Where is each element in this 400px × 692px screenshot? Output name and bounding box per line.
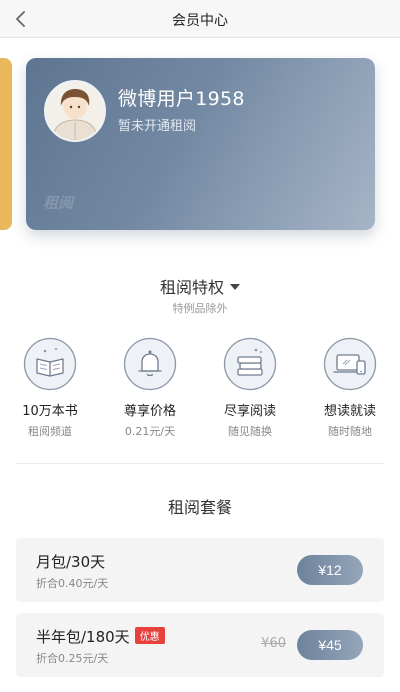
buy-monthly-button[interactable]: ¥12 xyxy=(297,555,363,585)
card-watermark-logo: 租阅 xyxy=(43,194,74,212)
privileges-subtitle: 特例品除外 xyxy=(172,302,228,315)
top-bar: 会员中心 xyxy=(0,0,400,38)
caret-down-icon xyxy=(230,284,240,290)
user-name: 微博用户1958 xyxy=(118,88,245,110)
devices-icon xyxy=(323,337,377,391)
feature-title: 想读就读 xyxy=(323,404,376,419)
feature-desc: 0.21元/天 xyxy=(124,425,176,438)
section-divider xyxy=(16,463,384,464)
feature-item[interactable]: 10万本书 租阅频道 xyxy=(10,337,90,439)
feature-item[interactable]: 尊享价格 0.21元/天 xyxy=(110,337,190,439)
feature-desc: 随时随地 xyxy=(328,425,372,438)
packages-title: 租阅套餐 xyxy=(167,498,232,517)
feature-item[interactable]: 尽享阅读 随见随换 xyxy=(210,337,290,439)
original-price: ¥60 xyxy=(261,636,286,651)
discount-badge: 优惠 xyxy=(134,627,165,644)
feature-desc: 租阅频道 xyxy=(28,425,72,438)
package-name: 月包/30天 xyxy=(36,553,106,571)
package-daily-price: 折合0.40元/天 xyxy=(36,577,109,590)
package-name-row: 半年包/180天 优惠 xyxy=(36,626,165,647)
side-card-peek[interactable] xyxy=(0,58,12,230)
privileges-title: 租阅特权 xyxy=(159,278,224,297)
book-icon xyxy=(23,337,77,391)
feature-title: 10万本书 xyxy=(22,404,78,419)
feature-title: 尽享阅读 xyxy=(223,404,276,419)
feature-desc: 随见随换 xyxy=(228,425,272,438)
feature-item[interactable]: 想读就读 随时随地 xyxy=(310,337,390,439)
user-avatar-icon xyxy=(46,82,104,140)
membership-status: 暂未开通租阅 xyxy=(118,119,197,134)
feature-title: 尊享价格 xyxy=(123,404,176,419)
package-row[interactable]: 月包/30天 折合0.40元/天 ¥12 xyxy=(16,538,384,602)
package-name: 半年包/180天 xyxy=(36,628,130,646)
bell-icon xyxy=(123,337,177,391)
buy-half-year-button[interactable]: ¥45 xyxy=(297,630,363,660)
member-card[interactable]: 微博用户1958 暂未开通租阅 租阅 xyxy=(26,58,375,230)
page-title: 会员中心 xyxy=(172,13,228,29)
book-stack-icon xyxy=(223,337,277,391)
privileges-title-toggle[interactable]: 租阅特权 xyxy=(0,274,400,298)
package-daily-price: 折合0.25元/天 xyxy=(36,652,109,665)
avatar[interactable] xyxy=(44,80,106,142)
package-row[interactable]: 半年包/180天 优惠 折合0.25元/天 ¥60 ¥45 xyxy=(16,613,384,677)
